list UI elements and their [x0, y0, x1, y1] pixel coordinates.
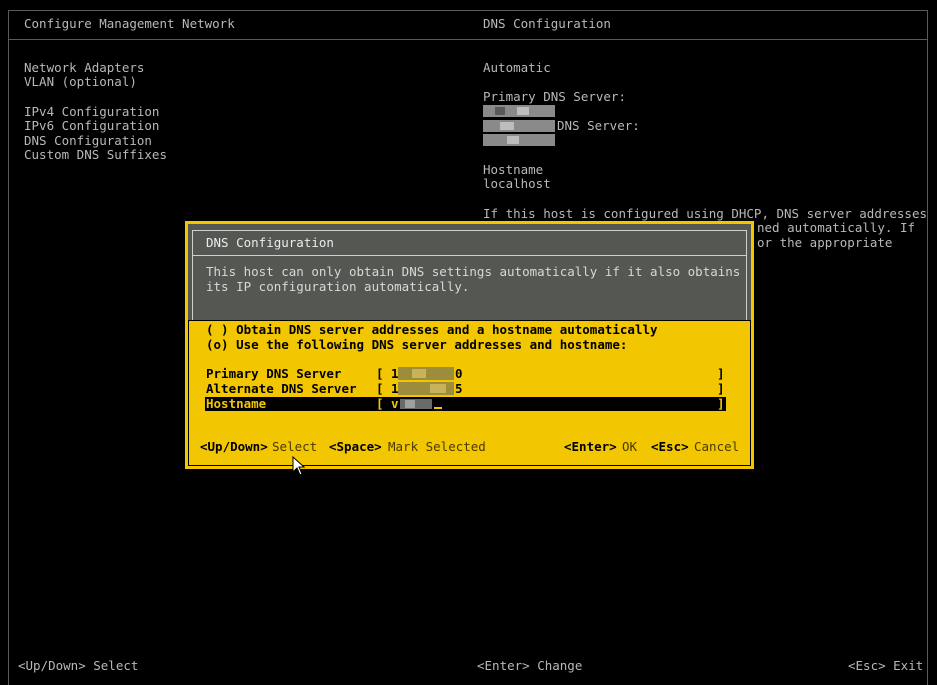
key-space: <Space> [329, 439, 382, 454]
hostname-row-highlight[interactable] [205, 397, 726, 411]
panel-title: DNS Configuration [483, 16, 611, 31]
key-esc[interactable]: <Esc> [651, 439, 689, 455]
redaction-block [517, 107, 529, 115]
help-text-line2: ned automatically. If [757, 220, 916, 235]
alternate-dns-field-label: Alternate DNS Server [206, 381, 357, 396]
dialog-description-line1: This host can only obtain DNS settings a… [206, 264, 741, 279]
key-select-label: Select [272, 439, 318, 454]
dns-mode-value: Automatic [483, 60, 551, 75]
alternate-dns-tail: 5 [455, 381, 463, 396]
redaction-block [500, 122, 514, 130]
primary-dns-field-label: Primary DNS Server [206, 366, 342, 381]
radio-obtain-automatically[interactable]: ( ) Obtain DNS server addresses and a ho… [206, 322, 658, 338]
alternate-dns-label: DNS Server: [557, 118, 640, 133]
redaction-block [507, 136, 519, 144]
primary-dns-label: Primary DNS Server: [483, 89, 626, 104]
hostname-field-label: Hostname [206, 396, 267, 411]
primary-dns-tail: 0 [455, 366, 463, 381]
redaction-block [405, 400, 415, 408]
hostname-input[interactable]: [ v [376, 396, 399, 412]
redacted-alternate-dns [483, 134, 555, 146]
screen-title: Configure Management Network [24, 16, 235, 31]
radio-use-following[interactable]: (o) Use the following DNS server address… [206, 337, 627, 353]
mouse-pointer-icon [292, 456, 306, 476]
redaction-block [495, 107, 505, 115]
footer-updown-select: <Up/Down> Select [18, 658, 139, 673]
redaction-block [430, 384, 446, 393]
ok-button[interactable]: OK [622, 439, 637, 455]
header-divider [9, 39, 927, 40]
hostname-value: localhost [483, 176, 551, 191]
primary-dns-input[interactable]: [ 1 [376, 366, 399, 382]
menu-item-custom-dns-suffixes[interactable]: Custom DNS Suffixes [24, 147, 167, 163]
key-enter[interactable]: <Enter> [564, 439, 617, 455]
primary-dns-close: ] [717, 366, 725, 381]
footer-enter-change: <Enter> Change [477, 658, 583, 673]
menu-item-vlan[interactable]: VLAN (optional) [24, 74, 137, 90]
alternate-dns-close: ] [717, 381, 725, 396]
footer-esc-exit[interactable]: <Esc> Exit [848, 658, 923, 674]
alternate-dns-input[interactable]: [ 1 [376, 381, 399, 397]
help-text-line3: or the appropriate [757, 235, 893, 250]
redaction-block [412, 369, 426, 378]
dialog-title: DNS Configuration [206, 235, 334, 250]
text-cursor [434, 407, 442, 409]
menu-item-ipv6[interactable]: IPv6 Configuration [24, 118, 159, 134]
redacted-alternate-label [483, 120, 555, 132]
key-updown: <Up/Down> [200, 439, 268, 454]
cancel-button[interactable]: Cancel [694, 439, 739, 455]
redacted-primary-dns-value [398, 367, 454, 380]
dialog-description-line2: its IP configuration automatically. [206, 279, 470, 294]
hostname-close: ] [717, 396, 725, 411]
key-mark-selected-label: Mark Selected [388, 439, 486, 454]
